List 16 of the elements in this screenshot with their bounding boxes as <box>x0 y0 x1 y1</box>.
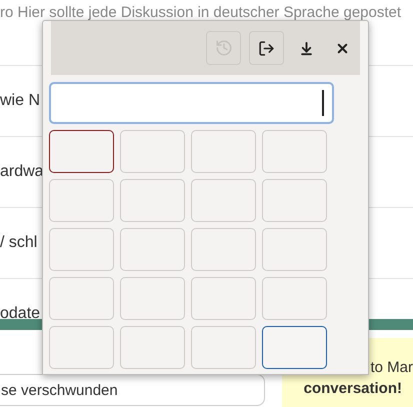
topic-title[interactable]: wie N <box>0 92 40 110</box>
close-icon <box>334 40 350 56</box>
text-cursor <box>322 90 324 116</box>
history-icon <box>214 39 232 57</box>
welcome-text: to Mar <box>370 358 413 378</box>
intro-text: ro Hier sollte jede Diskussion in deutscher Sprache gepostet <box>0 4 402 21</box>
topic-title[interactable]: / schl <box>0 234 38 252</box>
topic-title[interactable]: ardwa <box>0 163 44 181</box>
export-button[interactable] <box>249 31 284 65</box>
key-button[interactable] <box>262 326 327 369</box>
download-icon <box>298 40 314 56</box>
exit-icon <box>258 40 275 56</box>
topic-title[interactable]: odate <box>0 305 40 323</box>
input-field[interactable] <box>49 82 334 124</box>
welcome-bold-text: conversation! <box>304 379 402 399</box>
key-button[interactable] <box>49 130 114 173</box>
